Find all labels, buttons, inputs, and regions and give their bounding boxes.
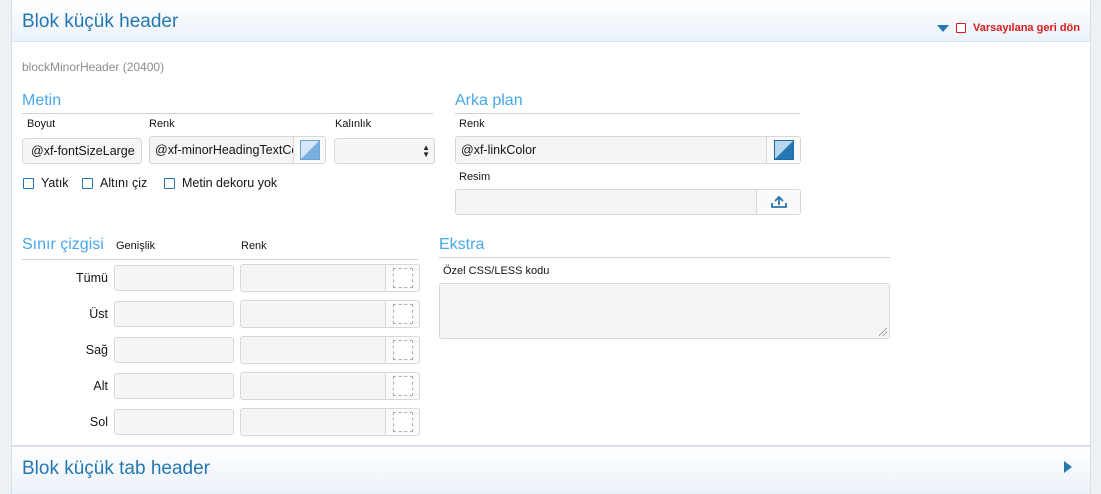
reset-label[interactable]: Varsayılana geri dön: [973, 22, 1080, 34]
italic-checkbox[interactable]: Yatık: [23, 176, 69, 190]
empty-swatch-icon: [392, 340, 413, 360]
reset-checkbox[interactable]: [956, 23, 966, 33]
color-swatch-icon: [773, 140, 794, 160]
size-label: Boyut: [27, 118, 56, 130]
background-color-label: Renk: [459, 118, 485, 130]
collapse-triangle-icon[interactable]: [937, 24, 949, 32]
checkbox-icon[interactable]: [23, 177, 34, 189]
checkbox-icon[interactable]: [164, 177, 175, 189]
border-side-label: Sağ: [85, 343, 108, 357]
border-color-value[interactable]: [241, 301, 385, 327]
border-side-label: Tümü: [76, 271, 108, 285]
empty-swatch-icon: [392, 376, 413, 396]
border-color-picker[interactable]: [385, 301, 419, 327]
section-heading-metin: Metin: [22, 92, 433, 114]
border-color-input[interactable]: [240, 336, 420, 364]
custom-css-label: Özel CSS/LESS kodu: [443, 265, 550, 277]
checkbox-label: Metin dekoru yok: [182, 176, 278, 190]
text-color-label: Renk: [149, 118, 175, 130]
block-header[interactable]: Blok küçük header Varsayılana geri dön: [12, 0, 1090, 42]
background-image-value[interactable]: [456, 190, 756, 214]
border-side-label: Sol: [89, 415, 108, 429]
border-width-header: Genişlik: [116, 240, 156, 252]
background-color-input[interactable]: @xf-linkColor: [455, 136, 801, 164]
weight-label: Kalınlık: [335, 118, 372, 130]
background-color-picker[interactable]: [766, 137, 800, 163]
border-color-input[interactable]: [240, 408, 420, 436]
font-weight-select[interactable]: ▲ ▼: [334, 138, 435, 164]
underline-checkbox[interactable]: Altını çiz: [82, 176, 147, 190]
border-color-picker[interactable]: [385, 337, 419, 363]
border-side-label: Üst: [89, 307, 108, 321]
header-actions: Varsayılana geri dön: [937, 22, 1080, 34]
border-title: Sınır çizgisi: [22, 236, 104, 253]
border-color-input[interactable]: [240, 372, 420, 400]
custom-css-textarea[interactable]: [439, 283, 890, 339]
block-header-collapsed[interactable]: Blok küçük tab header: [12, 447, 1090, 494]
border-color-input[interactable]: [240, 300, 420, 328]
no-decoration-checkbox[interactable]: Metin dekoru yok: [164, 176, 277, 190]
checkbox-label: Yatık: [41, 176, 69, 190]
border-color-value[interactable]: [241, 409, 385, 435]
border-color-picker[interactable]: [385, 265, 419, 291]
block-title: Blok küçük header: [22, 11, 179, 32]
section-heading-arka-plan: Arka plan: [455, 92, 800, 114]
collapsed-property-block: Blok küçük tab header: [11, 446, 1091, 494]
text-color-picker[interactable]: [293, 137, 325, 163]
border-width-input[interactable]: [114, 409, 234, 435]
border-width-input[interactable]: [114, 373, 234, 399]
font-size-input[interactable]: @xf-fontSizeLarge: [22, 138, 142, 164]
border-color-value[interactable]: [241, 373, 385, 399]
section-heading-border: Sınır çizgisi: [22, 236, 418, 260]
empty-swatch-icon: [392, 268, 413, 288]
border-width-input[interactable]: [114, 265, 234, 291]
style-property-block: Blok küçük header Varsayılana geri dön b…: [11, 0, 1091, 446]
section-heading-ekstra: Ekstra: [439, 236, 890, 258]
background-image-input[interactable]: [455, 189, 801, 215]
empty-swatch-icon: [392, 304, 413, 324]
resize-handle-icon[interactable]: [879, 328, 887, 336]
border-color-value[interactable]: [241, 337, 385, 363]
border-color-input[interactable]: [240, 264, 420, 292]
property-identifier: blockMinorHeader (20400): [22, 60, 165, 74]
text-color-value[interactable]: @xf-minorHeadingTextColor: [150, 137, 293, 163]
select-arrows-icon: ▲ ▼: [422, 143, 430, 159]
expand-triangle-icon[interactable]: [1064, 461, 1072, 473]
upload-button[interactable]: [756, 190, 800, 214]
border-color-header: Renk: [241, 240, 267, 252]
text-color-input[interactable]: @xf-minorHeadingTextColor: [149, 136, 326, 164]
background-color-value[interactable]: @xf-linkColor: [456, 137, 766, 163]
checkbox-icon[interactable]: [82, 177, 93, 189]
border-side-label: Alt: [93, 379, 108, 393]
image-label: Resim: [459, 171, 491, 183]
checkbox-label: Altını çiz: [100, 176, 148, 190]
border-width-input[interactable]: [114, 301, 234, 327]
border-width-input[interactable]: [114, 337, 234, 363]
block-title: Blok küçük tab header: [22, 458, 211, 479]
border-color-picker[interactable]: [385, 409, 419, 435]
upload-icon: [770, 195, 787, 208]
color-swatch-icon: [299, 140, 320, 160]
empty-swatch-icon: [392, 412, 413, 432]
border-color-picker[interactable]: [385, 373, 419, 399]
border-color-value[interactable]: [241, 265, 385, 291]
